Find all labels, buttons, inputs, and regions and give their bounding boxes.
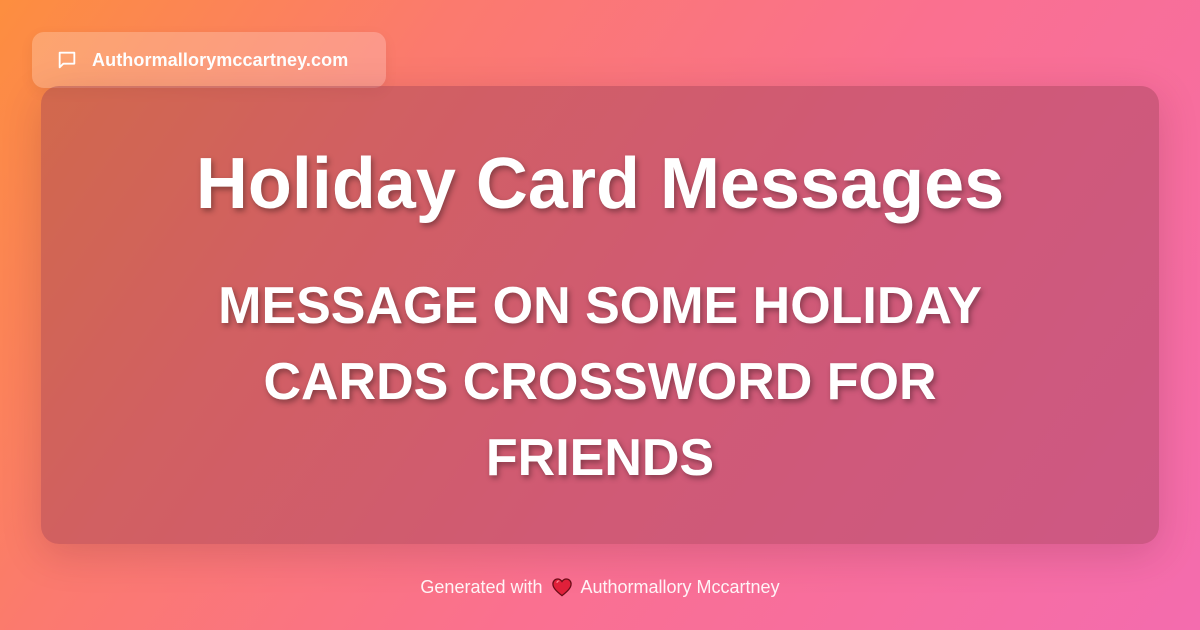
message-card: Holiday Card Messages MESSAGE ON SOME HO… — [41, 86, 1159, 544]
card-title: Holiday Card Messages — [195, 144, 1005, 224]
footer-author: Authormallory Mccartney — [580, 576, 780, 597]
chat-bubble-icon — [56, 49, 78, 71]
footer: Generated with Authormallory Mccartney — [0, 576, 1200, 598]
card-subtitle: MESSAGE ON SOME HOLIDAY CARDS CROSSWORD … — [218, 277, 982, 487]
heart-icon — [551, 576, 573, 598]
footer-prefix: Generated with — [420, 576, 543, 597]
site-name: Authormallorymccartney.com — [92, 49, 349, 70]
site-badge[interactable]: Authormallorymccartney.com — [32, 32, 386, 88]
